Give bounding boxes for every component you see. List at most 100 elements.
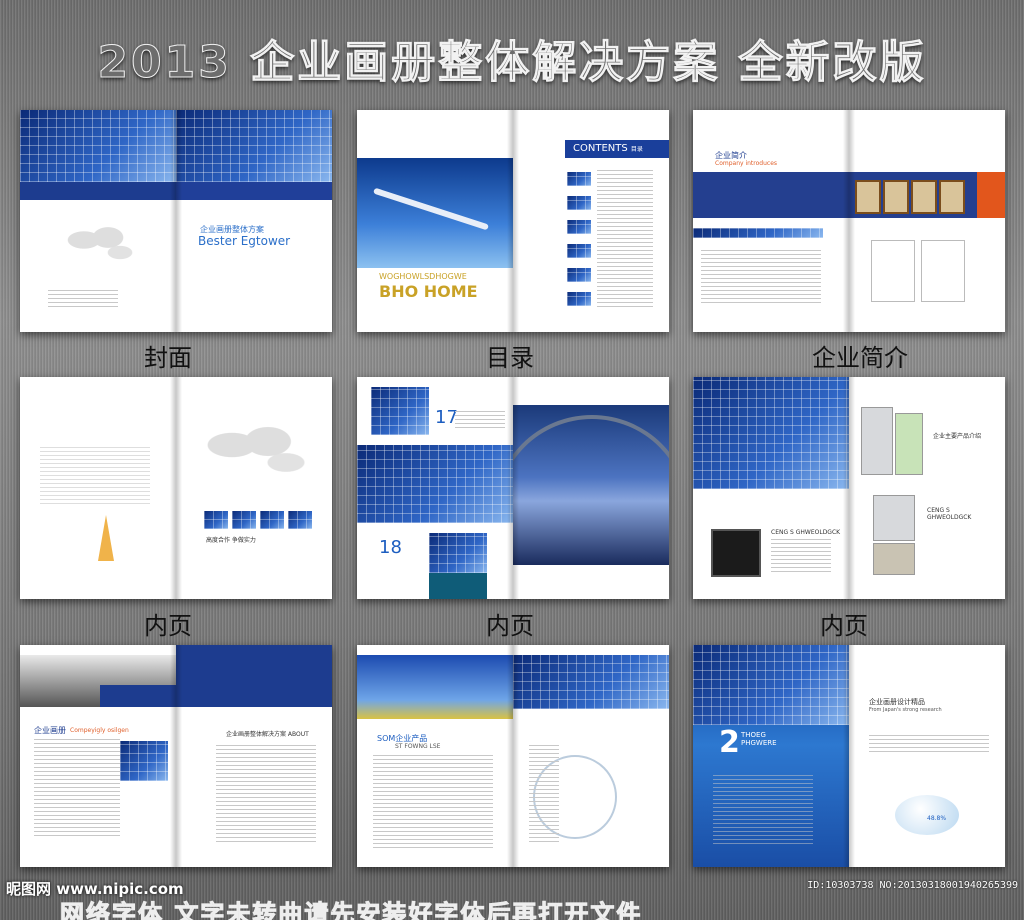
contents-heading: CONTENTS 目录 [573, 143, 643, 154]
inner5-text [373, 755, 493, 851]
inner5-right-page [513, 645, 669, 867]
spread-inner-3: CENG S GHWEOLDGCK 企业主要产品介绍 CENG S GHWEOL… [693, 377, 1005, 599]
thumb-6 [567, 292, 591, 306]
satellite-photo [176, 110, 332, 182]
page-title: 2013 企业画册整体解决方案 全新改版 [97, 37, 927, 89]
inner6-photo [693, 645, 849, 725]
inner2-photo-1 [371, 387, 429, 435]
spread-inner-5: SOM企业产品 ST FOWNG LSE [357, 645, 669, 867]
inner3-sky-photo [693, 377, 849, 489]
intro-left-page: 企业简介 Company introduces [693, 110, 849, 332]
spread-label: 企业简介 [812, 344, 908, 372]
inner1-right-page: 高度合作 争做实力 [176, 377, 332, 599]
cover-band-right [176, 182, 332, 200]
intro-en-title: Company introduces [715, 160, 778, 167]
world-map [60, 220, 140, 270]
thumb-4 [567, 244, 591, 258]
fold-shadow [170, 377, 182, 599]
fold-shadow [843, 377, 855, 599]
cover-contact-lines [48, 290, 118, 310]
spread-inner-4: 企业画册 Compeyigly osilgen 企业画册整体解决方案 ABOUT [20, 645, 332, 867]
inner1-thumb-1 [204, 511, 228, 529]
inner1-thumb-3 [260, 511, 284, 529]
thumb-1 [567, 172, 591, 186]
inner1-thumb-2 [232, 511, 256, 529]
cabinet-3 [873, 495, 915, 541]
inner3-code-b: CENG S GHWEOLDGCK [927, 507, 972, 521]
fold-shadow [170, 110, 182, 332]
inner4-band-right [176, 645, 332, 707]
inner5-som-sub: ST FOWNG LSE [395, 743, 441, 750]
inner6-design-sub: From Japan's strong research [869, 707, 942, 713]
inner2-teal-block [429, 573, 487, 599]
world-map [196, 417, 316, 487]
inner1-left-page: PRODCTY HGPWEL HSDOGML 企业画册 [20, 377, 176, 599]
spread-label: 内页 [144, 612, 192, 640]
spread-label: 内页 [820, 612, 868, 640]
inner4-text [34, 739, 120, 839]
intro-right-page [849, 110, 1005, 332]
inner4-about: 企业画册整体解决方案 ABOUT [226, 731, 309, 738]
contents-word: CONTENTS [573, 143, 628, 154]
inner4-cn-title: 企业画册 [34, 726, 66, 735]
inner5-left-page: SOM企业产品 ST FOWNG LSE [357, 645, 513, 867]
thumb-2 [567, 196, 591, 210]
inner1-sub: HGPWEL HSDOGML [42, 422, 111, 430]
inner4-en-title: Compeyigly osilgen [70, 727, 129, 734]
fold-shadow [507, 110, 519, 332]
roof-photo [20, 110, 176, 182]
controller-icon [711, 529, 761, 577]
inner6-big-num: 2 [719, 725, 740, 760]
spread-cover: 企业画册整体方案 Bester Egtower [20, 110, 332, 332]
fold-shadow [507, 377, 519, 599]
inner4-photo [120, 741, 168, 781]
inner2-num-b: 18 [379, 537, 402, 558]
contents-brand: BHO HOME [379, 282, 478, 301]
cabinet-1 [861, 407, 893, 475]
cabinet-2 [895, 413, 923, 475]
spread-inner-6: 2 THOEG PHGWERE 企业画册设计精品 From Japan's st… [693, 645, 1005, 867]
solar-plane-icon [373, 187, 489, 231]
spread-inner-2: 17 18 [357, 377, 669, 599]
bridge-arch-icon [513, 415, 669, 519]
cover-band [20, 182, 176, 200]
inner1-text [40, 447, 150, 507]
watermark-bottom-text: 网络字体 文字未转曲请先安装好字体后再打开文件 [60, 900, 643, 920]
bridge-photo [513, 405, 669, 565]
document-2 [921, 240, 965, 302]
contents-list [597, 170, 653, 310]
inner1-tag: 企业画册 [50, 435, 75, 442]
thumb-3 [567, 220, 591, 234]
watermark-id: ID:10303738 NO:20130318001940265399 [807, 880, 1018, 891]
inner1-thumb-4 [288, 511, 312, 529]
intro-photo-strip [693, 228, 823, 238]
inner4-band [100, 685, 176, 707]
document-1 [871, 240, 915, 302]
spread-inner-1: PRODCTY HGPWEL HSDOGML 企业画册 高度合作 争做实力 [20, 377, 332, 599]
inner6-thoeg: THOEG PHGWERE [741, 731, 777, 747]
certificate-1 [855, 180, 881, 214]
contents-left-page: WOGHOWLSDHOGWE BHO HOME [357, 110, 513, 332]
spread-label: 内页 [486, 612, 534, 640]
inner6-pct: 48.8% [927, 815, 947, 822]
watermark-bar: 昵图网 www.nipic.com ID:10303738 NO:2013031… [0, 874, 1024, 920]
inner3-list [771, 539, 831, 575]
contents-right-page: CONTENTS 目录 [513, 110, 669, 332]
certificate-4 [939, 180, 965, 214]
inner3-left-page: CENG S GHWEOLDGCK [693, 377, 849, 599]
cover-en-title: Bester Egtower [198, 234, 291, 248]
inner2-text-a [455, 411, 505, 431]
inner4-diagram [216, 745, 316, 845]
certificate-3 [911, 180, 937, 214]
inner5-bars [529, 745, 559, 845]
inner4-right-page: 企业画册整体解决方案 ABOUT [176, 645, 332, 867]
thumb-5 [567, 268, 591, 282]
cover-right-page: 企业画册整体方案 Bester Egtower [176, 110, 332, 332]
inner6-design-title: 企业画册设计精品 [869, 698, 925, 706]
spread-label: 目录 [486, 344, 534, 372]
cover-left-page [20, 110, 176, 332]
eiffel-tower-icon [98, 515, 114, 561]
fold-shadow [507, 645, 519, 867]
inner6-text [869, 735, 989, 755]
inner4-left-page: 企业画册 Compeyigly osilgen [20, 645, 176, 867]
